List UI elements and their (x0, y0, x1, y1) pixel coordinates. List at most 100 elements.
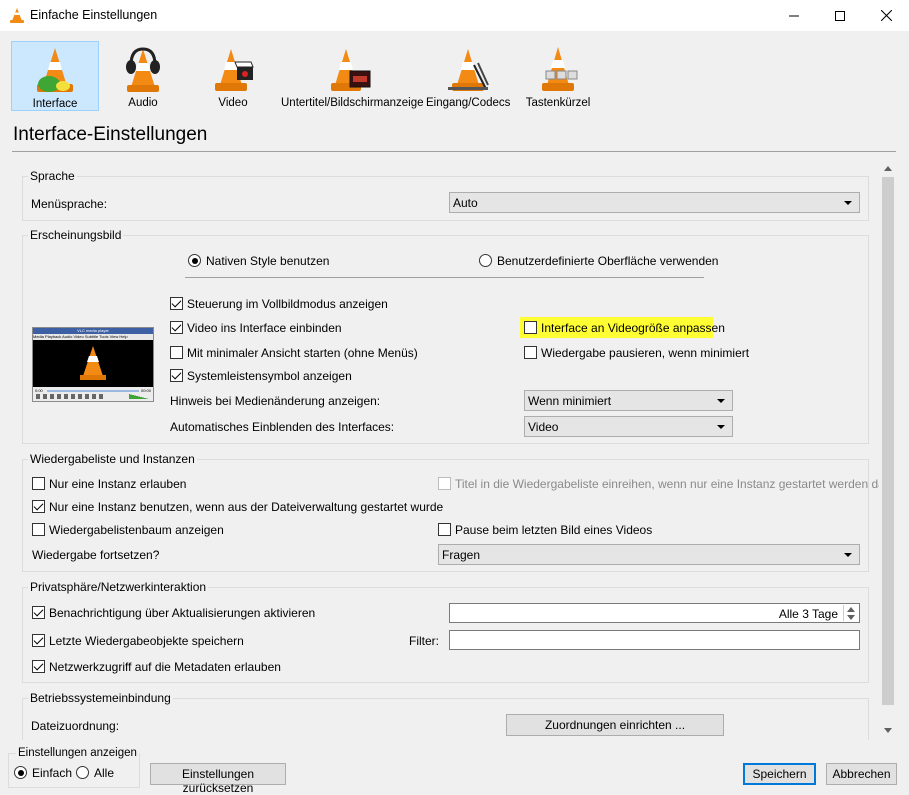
filter-input[interactable] (449, 630, 860, 650)
group-title-os: Betriebssystemeinbindung (28, 691, 173, 705)
custom-skin-radio[interactable] (479, 254, 492, 267)
auto-raise-dropdown[interactable]: Video (524, 416, 733, 437)
category-audio[interactable]: Audio (105, 41, 181, 111)
category-interface[interactable]: Interface (11, 41, 99, 111)
one-instance-filemanager-label: Nur eine Instanz benutzen, wenn aus der … (49, 500, 444, 514)
minimize-button[interactable] (771, 0, 817, 31)
fullscreen-controls-checkbox[interactable] (170, 297, 183, 310)
style-divider (185, 277, 704, 278)
preview-cone-icon (80, 346, 106, 380)
category-video[interactable]: Video (195, 41, 271, 111)
spin-up-icon[interactable] (847, 607, 855, 612)
pause-last-frame-label: Pause beim letzten Bild eines Videos (455, 523, 653, 537)
chevron-down-icon (717, 425, 725, 429)
file-association-button[interactable]: Zuordnungen einrichten ... (506, 714, 724, 736)
systray-label: Systemleistensymbol anzeigen (187, 369, 352, 383)
title-bar: Einfache Einstellungen (0, 0, 909, 31)
chevron-down-icon (844, 553, 852, 557)
reset-settings-button[interactable]: Einstellungen zurücksetzen (150, 763, 286, 795)
filter-label: Filter: (409, 634, 439, 648)
native-style-label: Nativen Style benutzen (206, 254, 330, 268)
metadata-network-label: Netzwerkzugriff auf die Metadaten erlaub… (49, 660, 281, 674)
maximize-button[interactable] (817, 0, 863, 31)
save-recent-checkbox[interactable] (32, 634, 45, 647)
preview-menu-item: Video (73, 334, 84, 339)
preview-menu-item: Audio (62, 334, 73, 339)
save-recent-label: Letzte Wiedergabeobjekte speichern (49, 634, 244, 648)
simple-mode-label: Einfach (32, 766, 73, 780)
scroll-down-icon[interactable] (884, 728, 892, 733)
scrollbar-thumb[interactable] (882, 177, 894, 705)
video-cone-clapper-icon (215, 49, 254, 91)
fullscreen-controls-label: Steuerung im Vollbildmodus anzeigen (187, 297, 388, 311)
preview-menu-item: Playback (45, 334, 62, 339)
menu-language-label: Menüsprache: (31, 197, 108, 211)
simple-mode-radio[interactable] (14, 766, 27, 779)
preview-time-start: 0:00 (35, 388, 43, 393)
preview-video-area (33, 340, 153, 387)
group-title-privacy: Privatsphäre/Netzwerkinteraktion (28, 580, 209, 594)
minimal-view-checkbox[interactable] (170, 346, 183, 359)
enqueue-checkbox[interactable] (438, 477, 451, 490)
interface-cone-icon (37, 48, 73, 92)
metadata-network-checkbox[interactable] (32, 660, 45, 673)
close-icon (880, 10, 892, 21)
close-button[interactable] (863, 0, 909, 31)
one-instance-checkbox[interactable] (32, 477, 45, 490)
resume-value: Fragen (442, 548, 481, 562)
resume-dropdown[interactable]: Fragen (438, 544, 860, 565)
preview-time-end: 00:00 (140, 388, 151, 393)
category-label: Interface (32, 98, 78, 110)
media-change-value: Wenn minimiert (528, 394, 612, 408)
update-notify-label: Benachrichtigung über Aktualisierungen a… (49, 606, 316, 620)
update-interval-value: Alle 3 Tage (778, 607, 838, 621)
spin-down-icon[interactable] (847, 615, 855, 620)
vlc-app-icon (10, 8, 24, 23)
cancel-button[interactable]: Abbrechen (826, 763, 897, 785)
group-title-playlist: Wiedergabeliste und Instanzen (28, 452, 197, 466)
preview-seek-bar (47, 390, 139, 392)
file-association-label: Dateizuordnung: (31, 719, 120, 733)
spin-buttons[interactable] (843, 605, 858, 621)
playlist-tree-checkbox[interactable] (32, 523, 45, 536)
preview-buttons (36, 394, 106, 399)
media-change-dropdown[interactable]: Wenn minimiert (524, 390, 733, 411)
one-instance-filemanager-checkbox[interactable] (32, 500, 45, 513)
pause-last-frame-checkbox[interactable] (438, 523, 451, 536)
resize-interface-checkbox[interactable] (524, 321, 537, 334)
all-mode-radio[interactable] (76, 766, 89, 779)
interface-preview-image: VLC media player Media Playback Audio Vi… (32, 327, 154, 402)
preview-menu-item: Subtitle (84, 334, 99, 339)
resume-label: Wiedergabe fortsetzen? (32, 548, 160, 562)
category-hotkeys[interactable]: Tastenkürzel (520, 41, 596, 111)
update-interval-spinbox[interactable]: Alle 3 Tage (449, 603, 860, 623)
page-title: Interface-Einstellungen (13, 124, 208, 145)
menu-language-value: Auto (453, 196, 478, 210)
category-input-codecs[interactable]: Eingang/Codecs (426, 41, 510, 111)
group-title-sprache: Sprache (28, 169, 77, 183)
one-instance-label: Nur eine Instanz erlauben (49, 477, 187, 491)
embed-video-label: Video ins Interface einbinden (187, 321, 342, 335)
pause-minimized-checkbox[interactable] (524, 346, 537, 359)
menu-language-dropdown[interactable]: Auto (449, 192, 860, 213)
playlist-tree-label: Wiedergabelistenbaum anzeigen (49, 523, 224, 537)
update-notify-checkbox[interactable] (32, 606, 45, 619)
save-button[interactable]: Speichern (743, 763, 816, 785)
subtitles-cone-icon (331, 49, 371, 91)
all-mode-label: Alle (94, 766, 115, 780)
preview-controls: 0:00 00:00 (33, 387, 153, 401)
category-subtitles[interactable]: Untertitel/Bildschirmanzeige (281, 41, 424, 111)
native-style-radio[interactable] (188, 254, 201, 267)
minimal-view-label: Mit minimaler Ansicht starten (ohne Menü… (187, 346, 418, 360)
auto-raise-value: Video (528, 420, 559, 434)
embed-video-checkbox[interactable] (170, 321, 183, 334)
preview-menu-item: Help (119, 334, 128, 339)
preview-menu-item: Tools (99, 334, 109, 339)
chevron-down-icon (844, 201, 852, 205)
category-label: Untertitel/Bildschirmanzeige (281, 97, 424, 109)
category-label: Audio (128, 97, 158, 109)
heading-divider (12, 151, 896, 152)
scroll-up-icon[interactable] (884, 166, 892, 171)
systray-checkbox[interactable] (170, 369, 183, 382)
group-title-erscheinungsbild: Erscheinungsbild (28, 228, 124, 242)
